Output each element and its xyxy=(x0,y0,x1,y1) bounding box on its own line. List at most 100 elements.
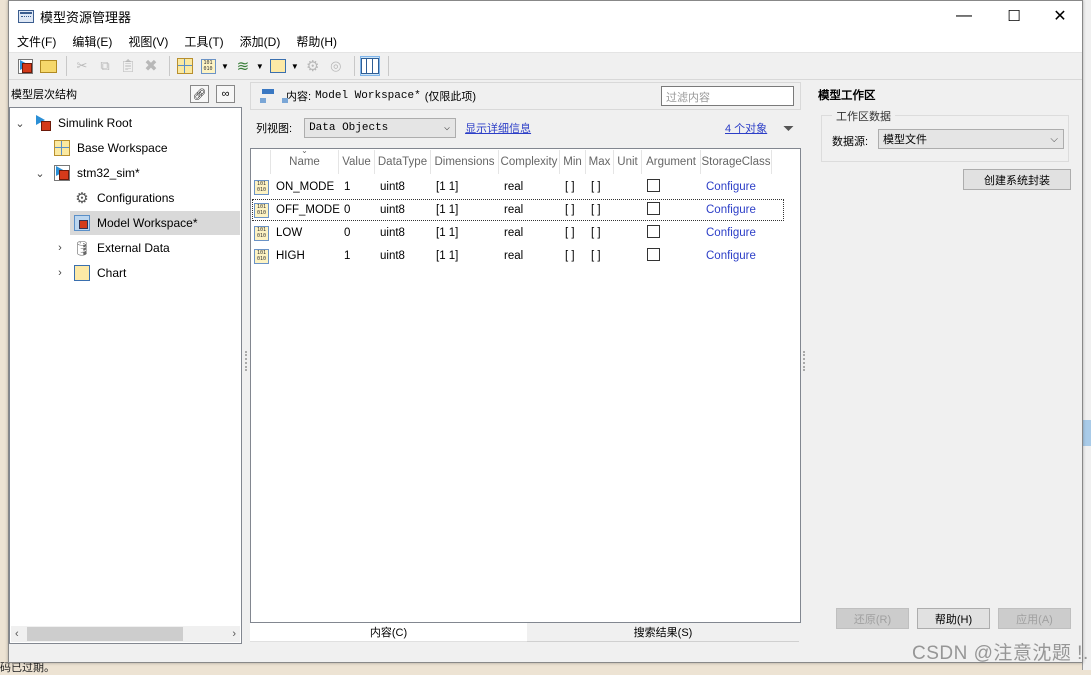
base-workspace-icon[interactable] xyxy=(175,56,195,76)
cell-max[interactable]: [ ] xyxy=(587,204,615,216)
left-splitter-handle[interactable] xyxy=(245,351,247,371)
chevron-down-icon[interactable]: ⌄ xyxy=(34,167,46,180)
table-row[interactable]: 101 010 HIGH 1 uint8 [1 1] real [ ] [ ] C… xyxy=(252,245,784,267)
tree-item-base-workspace[interactable]: Base Workspace xyxy=(10,136,240,160)
add-signal-icon[interactable]: ≋ xyxy=(233,56,253,76)
tree-item-label: External Data xyxy=(97,241,170,255)
tree-item-simulink-root[interactable]: ⌄ Simulink Root xyxy=(10,111,240,135)
filter-contents-input[interactable]: 过滤内容 xyxy=(661,86,794,106)
new-model-icon[interactable] xyxy=(15,56,35,76)
argument-checkbox[interactable] xyxy=(647,225,660,238)
cell-name: LOW xyxy=(276,227,303,239)
argument-checkbox[interactable] xyxy=(647,248,660,261)
cell-datatype[interactable]: uint8 xyxy=(376,227,432,239)
column-header-value[interactable]: Value xyxy=(339,150,375,174)
column-header-unit[interactable]: Unit xyxy=(614,150,642,174)
menu-add[interactable]: 添加(D) xyxy=(240,33,281,50)
cell-value[interactable]: 1 xyxy=(340,181,376,193)
filter-funnel-icon[interactable]: ⏷ xyxy=(783,120,794,137)
open-folder-icon[interactable] xyxy=(38,56,58,76)
cell-min[interactable]: [ ] xyxy=(561,250,587,262)
add-data-dropdown-icon[interactable]: ▼ xyxy=(221,62,229,71)
column-view-icon[interactable] xyxy=(359,56,380,76)
menu-file[interactable]: 文件(F) xyxy=(17,33,56,50)
menu-help[interactable]: 帮助(H) xyxy=(296,33,337,50)
cell-max[interactable]: [ ] xyxy=(587,250,615,262)
column-view-select[interactable]: Data Objects ⌵ xyxy=(304,118,457,138)
chevron-right-icon[interactable]: › xyxy=(54,242,66,254)
cell-min[interactable]: [ ] xyxy=(561,181,587,193)
right-splitter-handle[interactable] xyxy=(803,351,805,371)
column-header-max[interactable]: Max xyxy=(586,150,614,174)
table-row[interactable]: 101 010 ON_MODE 1 uint8 [1 1] real [ ] [ … xyxy=(252,176,784,198)
mask-icon[interactable]: ∞ xyxy=(216,85,235,103)
create-system-wrapper-button[interactable]: 创建系统封装 xyxy=(963,169,1071,190)
column-header-dimensions[interactable]: Dimensions xyxy=(431,150,499,174)
tree-item-model-workspace[interactable]: Model Workspace* xyxy=(70,211,240,235)
argument-checkbox[interactable] xyxy=(647,202,660,215)
copy-icon[interactable]: ⧉ xyxy=(95,56,115,76)
object-count-link[interactable]: 4 个对象 xyxy=(725,120,767,136)
horizontal-scrollbar[interactable]: ‹ › xyxy=(11,626,240,642)
link-icon[interactable]: 🔗︎ xyxy=(190,85,209,103)
cell-min[interactable]: [ ] xyxy=(561,204,587,216)
configure-link[interactable]: Configure xyxy=(702,204,773,216)
table-row[interactable]: 101 010 OFF_MODE 0 uint8 [1 1] real [ ] [… xyxy=(252,199,784,221)
cell-max[interactable]: [ ] xyxy=(587,181,615,193)
column-header-complexity[interactable]: Complexity xyxy=(499,150,560,174)
cell-value[interactable]: 0 xyxy=(340,227,376,239)
cell-datatype[interactable]: uint8 xyxy=(376,181,432,193)
add-block-icon[interactable] xyxy=(268,56,288,76)
tab-contents[interactable]: 内容(C) xyxy=(250,623,527,642)
config-ref-icon[interactable]: ◎ xyxy=(326,56,346,76)
menu-tools[interactable]: 工具(T) xyxy=(184,33,223,50)
column-header-min[interactable]: Min xyxy=(560,150,586,174)
minimize-button[interactable]: — xyxy=(941,1,987,31)
cut-icon[interactable]: ✂ xyxy=(72,56,92,76)
hierarchy-tree: ⌄ Simulink Root Base Workspace ⌄ stm32_s… xyxy=(9,107,242,644)
cell-value[interactable]: 1 xyxy=(340,250,376,262)
tree-item-chart[interactable]: › Chart xyxy=(10,261,240,285)
cell-max[interactable]: [ ] xyxy=(587,227,615,239)
column-header-storageclass[interactable]: StorageClass xyxy=(701,150,772,174)
cell-datatype[interactable]: uint8 xyxy=(376,204,432,216)
menu-edit[interactable]: 编辑(E) xyxy=(72,33,112,50)
column-header-argument[interactable]: Argument xyxy=(642,150,701,174)
cell-value[interactable]: 0 xyxy=(340,204,376,216)
scroll-left-icon[interactable]: ‹ xyxy=(15,628,19,640)
add-signal-dropdown-icon[interactable]: ▼ xyxy=(256,62,264,71)
cell-name: HIGH xyxy=(276,250,305,262)
delete-icon[interactable]: ✖ xyxy=(141,56,161,76)
tree-item-stm32-sim[interactable]: ⌄ stm32_sim* xyxy=(10,161,240,185)
cell-min[interactable]: [ ] xyxy=(561,227,587,239)
scrollbar-thumb[interactable] xyxy=(27,627,183,641)
revert-button[interactable]: 还原(R) xyxy=(836,608,909,629)
config-icon[interactable]: ⚙ xyxy=(303,56,323,76)
add-data-icon[interactable]: 101 010 xyxy=(198,56,218,76)
close-button[interactable]: ✕ xyxy=(1037,1,1083,31)
configure-link[interactable]: Configure xyxy=(702,227,773,239)
add-block-dropdown-icon[interactable]: ▼ xyxy=(291,62,299,71)
cell-datatype[interactable]: uint8 xyxy=(376,250,432,262)
table-row[interactable]: 101 010 LOW 0 uint8 [1 1] real [ ] [ ] Co… xyxy=(252,222,784,244)
data-source-select[interactable]: 模型文件 ⌵ xyxy=(878,129,1064,149)
column-view-label: 列视图: xyxy=(256,123,293,135)
menu-view[interactable]: 视图(V) xyxy=(128,33,168,50)
show-details-link[interactable]: 显示详细信息 xyxy=(465,120,531,136)
configure-link[interactable]: Configure xyxy=(702,250,773,262)
scroll-right-icon[interactable]: › xyxy=(232,628,236,640)
help-button[interactable]: 帮助(H) xyxy=(917,608,990,629)
tab-search-results[interactable]: 搜索结果(S) xyxy=(527,623,799,642)
maximize-button[interactable]: ☐ xyxy=(991,1,1037,31)
paste-icon[interactable]: 📋︎ xyxy=(118,56,138,76)
chevron-right-icon[interactable]: › xyxy=(54,267,66,279)
configure-link[interactable]: Configure xyxy=(702,181,773,193)
column-header-datatype[interactable]: DataType xyxy=(375,150,431,174)
tree-item-configurations[interactable]: ⚙ Configurations xyxy=(10,186,240,210)
column-header-name[interactable]: ⌄ Name xyxy=(271,146,339,174)
apply-button[interactable]: 应用(A) xyxy=(998,608,1071,629)
chevron-down-icon[interactable]: ⌄ xyxy=(14,117,26,130)
cell-complexity: real xyxy=(504,227,524,239)
tree-item-external-data[interactable]: › 🛢︎ External Data xyxy=(10,236,240,260)
argument-checkbox[interactable] xyxy=(647,179,660,192)
